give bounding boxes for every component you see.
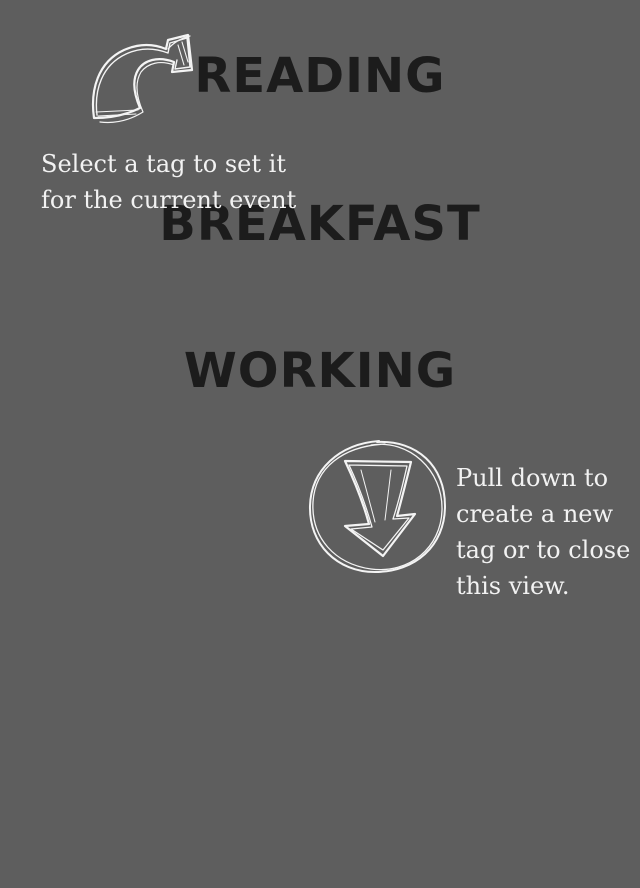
hint-select-tag: Select a tag to set it for the current e… xyxy=(41,146,321,218)
hint-line: tag or to close xyxy=(456,536,631,564)
circled-down-arrow-icon xyxy=(305,436,450,578)
curved-arrow-icon xyxy=(88,32,200,128)
hint-line: Pull down to xyxy=(456,464,609,492)
hint-line: Select a tag to set it xyxy=(41,150,286,178)
hint-pull-down: Pull down to create a new tag or to clos… xyxy=(456,460,638,604)
tag-working[interactable]: WORKING xyxy=(0,347,640,395)
hint-line: for the current event xyxy=(41,186,297,214)
hint-line: this view. xyxy=(456,572,570,600)
hint-line: create a new xyxy=(456,500,614,528)
